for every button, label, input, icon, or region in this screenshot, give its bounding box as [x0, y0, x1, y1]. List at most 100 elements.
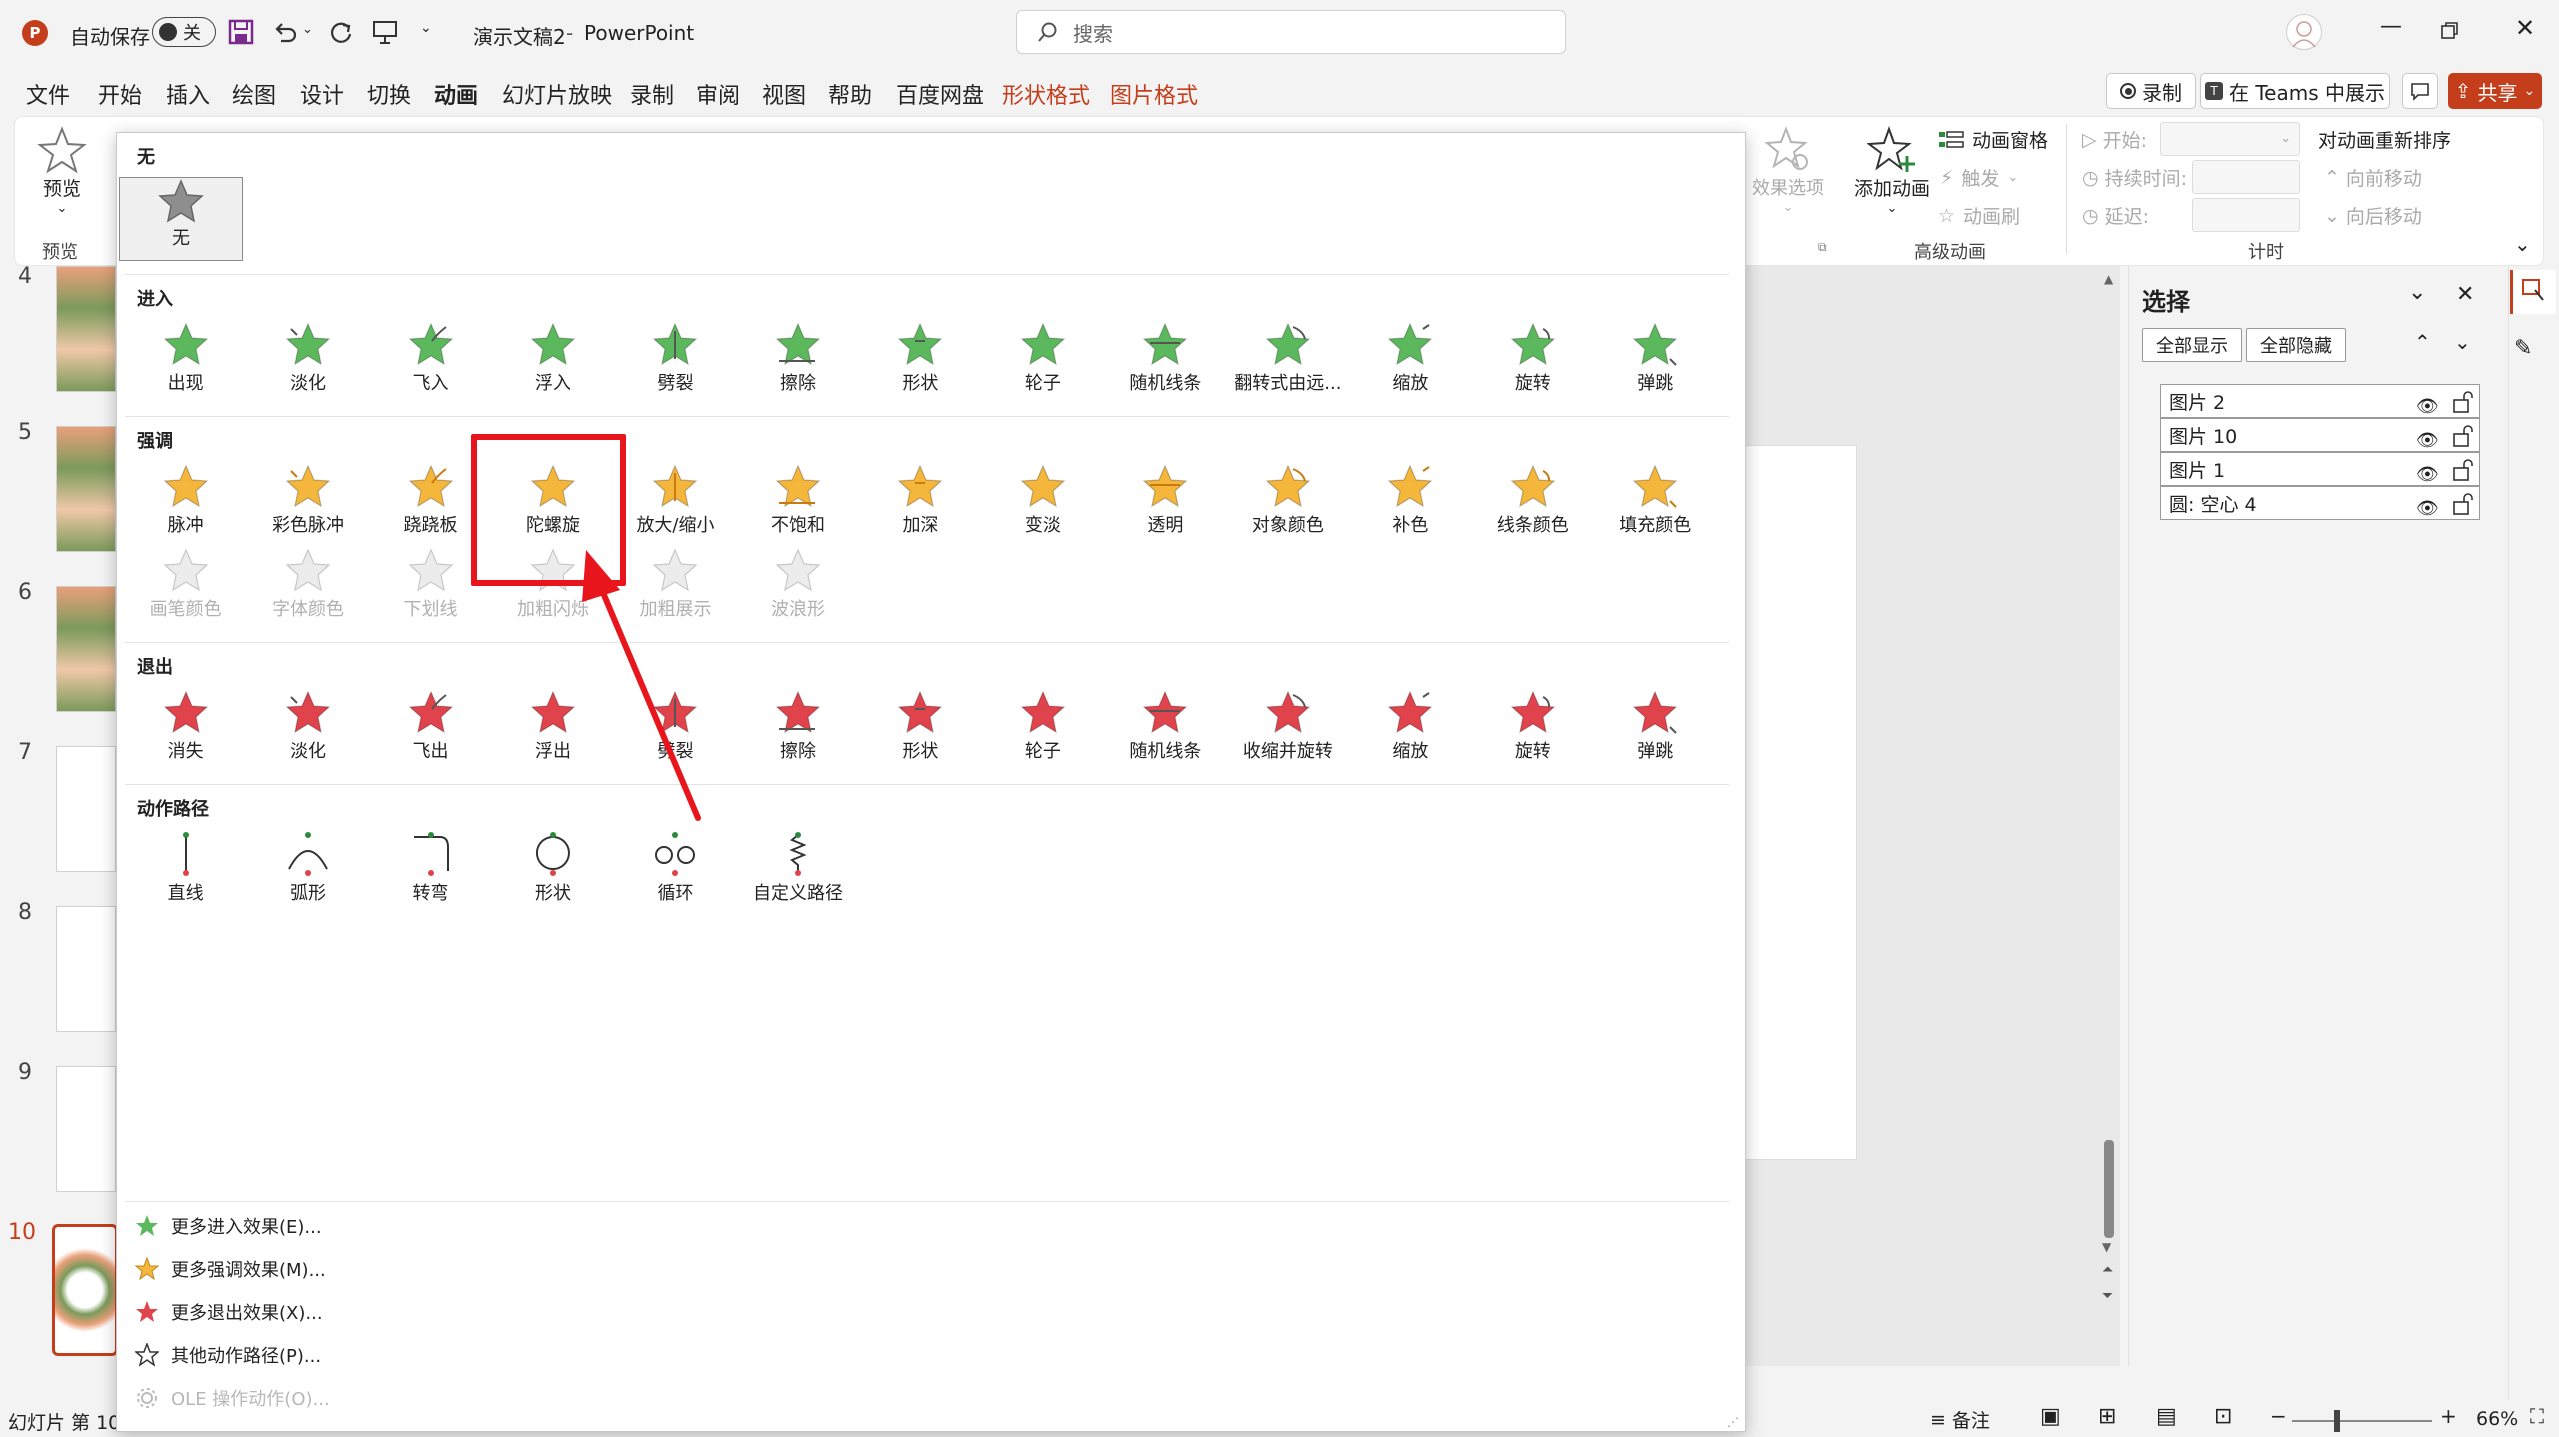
entrance-effect[interactable]: 擦除 [737, 321, 859, 397]
collapse-ribbon-icon[interactable]: ⌄ [2514, 232, 2531, 256]
motion-path-effect[interactable]: 形状 [492, 831, 614, 907]
previous-slide-icon[interactable]: ⏶ [2102, 1262, 2113, 1278]
more-exit-effects-item[interactable]: 更多退出效果(X)... [135, 1299, 323, 1325]
exit-effect[interactable]: 淡化 [247, 689, 369, 765]
resize-grip-icon[interactable]: ⋰ [1727, 1415, 1739, 1429]
share-button[interactable]: ⇪ 共享 ⌄ [2448, 73, 2542, 109]
entrance-effect[interactable]: 缩放 [1349, 321, 1471, 397]
pane-options-chevron-icon[interactable]: ⌄ [2408, 280, 2426, 305]
entrance-effect[interactable]: 形状 [859, 321, 981, 397]
move-earlier-button[interactable]: ⌃ 向前移动 [2324, 164, 2422, 191]
save-icon[interactable] [228, 19, 254, 45]
exit-effect[interactable]: 随机线条 [1104, 689, 1226, 765]
send-backward-chevron-down-icon[interactable]: ⌄ [2454, 330, 2471, 354]
start-dropdown[interactable]: ⌄ [2160, 122, 2300, 156]
emphasis-effect[interactable]: 对象颜色 [1227, 463, 1349, 539]
tab-view[interactable]: 视图 [762, 78, 806, 110]
notes-button[interactable]: ≡ 备注 [1930, 1406, 1990, 1433]
motion-path-effect[interactable]: 弧形 [247, 831, 369, 907]
more-emphasis-effects-item[interactable]: 更多强调效果(M)... [135, 1256, 326, 1282]
scroll-up-arrow-icon[interactable]: ▲ [2104, 272, 2113, 286]
redo-icon[interactable] [328, 19, 354, 45]
tab-picture-format[interactable]: 图片格式 [1110, 78, 1198, 110]
format-painter-rail-icon[interactable]: ✎ [2514, 336, 2532, 361]
slide-thumbnail-4[interactable] [56, 266, 116, 392]
show-all-button[interactable]: 全部显示 [2142, 328, 2242, 362]
dialog-launcher-icon[interactable]: ⧉ [1818, 240, 1827, 255]
effect-options-button[interactable]: 效果选项 ⌄ [1748, 126, 1828, 226]
tab-transitions[interactable]: 切换 [367, 78, 411, 110]
slide-thumbnail-5[interactable] [56, 426, 116, 552]
close-pane-icon[interactable]: ✕ [2456, 282, 2474, 307]
exit-effect[interactable]: 飞出 [370, 689, 492, 765]
slideshow-view-icon[interactable]: ⊡ [2214, 1404, 2232, 1429]
animation-pane-button[interactable]: 动画窗格 [1938, 126, 2048, 153]
selection-pane-rail-button[interactable] [2510, 270, 2556, 314]
slide-thumbnail-6[interactable] [56, 586, 116, 712]
zoom-in-icon[interactable]: + [2440, 1404, 2457, 1428]
tab-baidu-netdisk[interactable]: 百度网盘 [896, 78, 984, 110]
emphasis-effect[interactable]: 变淡 [982, 463, 1104, 539]
emphasis-disabled-effect[interactable]: 画笔颜色 [125, 547, 247, 623]
exit-effect[interactable]: 缩放 [1349, 689, 1471, 765]
bring-forward-chevron-up-icon[interactable]: ⌃ [2414, 330, 2431, 354]
exit-effect[interactable]: 旋转 [1472, 689, 1594, 765]
exit-effect[interactable]: 形状 [859, 689, 981, 765]
ole-action-verbs-item[interactable]: OLE 操作动作(O)... [135, 1385, 330, 1411]
visibility-eye-icon[interactable]: 👁 [2416, 458, 2439, 492]
tab-record[interactable]: 录制 [630, 78, 674, 110]
more-entrance-effects-item[interactable]: 更多进入效果(E)... [135, 1213, 322, 1239]
entrance-effect[interactable]: 旋转 [1472, 321, 1594, 397]
unlock-icon[interactable] [2452, 424, 2474, 448]
tab-insert[interactable]: 插入 [166, 78, 210, 110]
delay-spinner[interactable] [2192, 198, 2300, 232]
tab-design[interactable]: 设计 [300, 78, 344, 110]
zoom-slider-thumb[interactable] [2334, 1410, 2340, 1432]
next-slide-icon[interactable]: ⏷ [2102, 1288, 2113, 1304]
entrance-effect[interactable]: 淡化 [247, 321, 369, 397]
exit-effect[interactable]: 轮子 [982, 689, 1104, 765]
slide-thumbnail-7[interactable] [56, 746, 116, 872]
preview-button[interactable]: 预览 ⌄ [30, 126, 94, 226]
tab-animations[interactable]: 动画 [434, 78, 479, 120]
motion-path-effect[interactable]: 转弯 [370, 831, 492, 907]
undo-icon[interactable] [272, 19, 298, 45]
tab-file[interactable]: 文件 [26, 78, 70, 110]
emphasis-disabled-effect[interactable]: 字体颜色 [247, 547, 369, 623]
emphasis-effect[interactable]: 线条颜色 [1472, 463, 1594, 539]
motion-path-effect[interactable]: 自定义路径 [737, 831, 859, 907]
customize-qat-icon[interactable]: ⌄ [420, 20, 432, 36]
unlock-icon[interactable] [2452, 492, 2474, 516]
entrance-effect[interactable]: 弹跳 [1594, 321, 1716, 397]
tab-home[interactable]: 开始 [98, 78, 142, 110]
normal-view-icon[interactable]: ▣ [2040, 1404, 2061, 1429]
trigger-button[interactable]: ⚡ 触发 ⌄ [1940, 164, 2018, 191]
present-from-start-icon[interactable] [372, 19, 398, 45]
exit-effect[interactable]: 弹跳 [1594, 689, 1716, 765]
avatar[interactable] [2286, 14, 2322, 50]
motion-path-effect[interactable]: 循环 [614, 831, 736, 907]
entrance-effect[interactable]: 劈裂 [614, 321, 736, 397]
emphasis-disabled-effect[interactable]: 波浪形 [737, 547, 859, 623]
hide-all-button[interactable]: 全部隐藏 [2246, 328, 2346, 362]
emphasis-effect[interactable]: 补色 [1349, 463, 1471, 539]
search-box[interactable]: 搜索 [1016, 10, 1566, 54]
vertical-scrollbar-thumb[interactable] [2104, 1140, 2114, 1238]
record-button[interactable]: 录制 [2106, 73, 2196, 109]
motion-path-effect[interactable]: 直线 [125, 831, 247, 907]
entrance-effect[interactable]: 轮子 [982, 321, 1104, 397]
tab-help[interactable]: 帮助 [828, 78, 872, 110]
emphasis-effect[interactable]: 放大/缩小 [614, 463, 736, 539]
entrance-effect[interactable]: 出现 [125, 321, 247, 397]
move-later-button[interactable]: ⌄ 向后移动 [2324, 202, 2422, 229]
emphasis-effect[interactable]: 填充颜色 [1594, 463, 1716, 539]
visibility-eye-icon[interactable]: 👁 [2416, 390, 2439, 424]
animation-none[interactable]: 无 [119, 177, 243, 261]
zoom-out-icon[interactable]: − [2270, 1404, 2287, 1428]
tab-review[interactable]: 审阅 [696, 78, 740, 110]
entrance-effect[interactable]: 浮入 [492, 321, 614, 397]
animation-painter-button[interactable]: ☆ 动画刷 [1938, 202, 2020, 229]
duration-spinner[interactable] [2192, 160, 2300, 194]
slide-thumbnail-9[interactable] [56, 1066, 116, 1192]
exit-effect[interactable]: 收缩并旋转 [1227, 689, 1349, 765]
